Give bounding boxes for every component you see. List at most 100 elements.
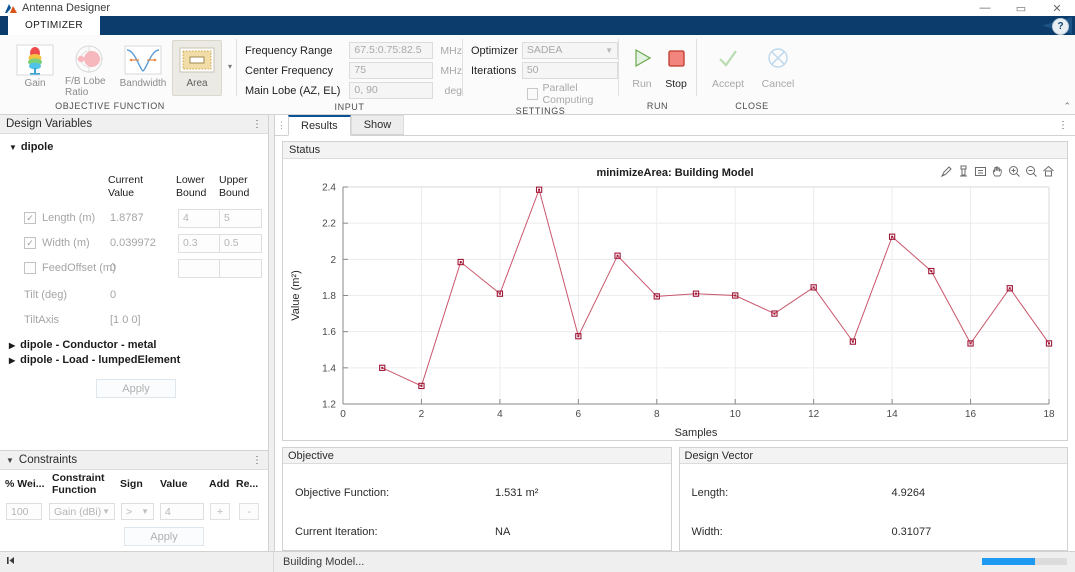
constraint-weight-input[interactable]: 100 <box>6 503 42 520</box>
constraint-function-value: Gain (dBi) <box>54 506 101 518</box>
front-back-lobe-icon <box>66 43 112 75</box>
width-upper-bound-input[interactable]: 0.5 <box>219 234 262 253</box>
subnode-load-label: dipole - Load - lumpedElement <box>20 354 180 366</box>
zoom-out-icon[interactable] <box>1024 164 1038 178</box>
frequency-range-row: Frequency Range 67.5:0.75:82.5 MHz <box>245 42 462 59</box>
svg-text:2.2: 2.2 <box>322 219 336 230</box>
ribbon-group-input-label: INPUT <box>237 102 462 115</box>
run-button[interactable]: Run <box>625 41 659 90</box>
constraints-title: Constraints <box>19 454 77 466</box>
width-lower-bound-input[interactable]: 0.3 <box>178 234 221 253</box>
objective-fb-lobe-ratio-button[interactable]: F/B Lobe Ratio <box>64 40 114 96</box>
length-upper-bound-input[interactable]: 5 <box>219 209 262 228</box>
length-lower-bound-input[interactable]: 4 <box>178 209 221 228</box>
optimizer-select[interactable]: SADEA ▼ <box>522 42 618 59</box>
constraints-options-icon[interactable]: ⋮ <box>252 455 262 466</box>
stop-label: Stop <box>665 78 687 90</box>
frequency-range-label: Frequency Range <box>245 45 349 57</box>
feedoffset-checkbox[interactable] <box>24 262 36 274</box>
subnode-load[interactable]: ▶ dipole - Load - lumpedElement <box>0 351 180 366</box>
svg-text:1.4: 1.4 <box>322 363 336 374</box>
progress-bar-fill <box>982 558 1035 565</box>
design-variables-options-icon[interactable]: ⋮ <box>252 119 262 130</box>
close-button[interactable]: ✕ <box>1039 0 1075 16</box>
constraint-function-select[interactable]: Gain (dBi) ▼ <box>49 503 115 520</box>
minimize-button[interactable]: — <box>967 0 1003 16</box>
constraint-sign-select[interactable]: > ▼ <box>121 503 154 520</box>
chevron-down-icon: ▼ <box>141 507 149 516</box>
design-variable-row-width: ✓ Width (m) 0.039972 0.3 0.5 <box>0 232 268 254</box>
tiltaxis-current-value: [1 0 0] <box>110 314 141 326</box>
restore-home-icon[interactable] <box>1041 164 1055 178</box>
svg-text:8: 8 <box>654 409 660 420</box>
constraint-add-button[interactable]: + <box>210 503 230 520</box>
legend-icon[interactable] <box>973 164 987 178</box>
main-lobe-row: Main Lobe (AZ, EL) 0, 90 deg <box>245 82 462 99</box>
objective-more-caret-icon[interactable]: ▾ <box>224 40 236 92</box>
main-body: Design Variables ⋮ ▼dipole CurrentValue … <box>0 115 1075 551</box>
current-iteration-row: Current Iteration: NA <box>283 526 510 538</box>
status-panel-header: Status <box>283 142 1067 159</box>
constraints-apply-button[interactable]: Apply <box>124 527 204 546</box>
svg-text:Samples: Samples <box>675 427 718 439</box>
svg-text:4: 4 <box>497 409 503 420</box>
design-variables-tree-node[interactable]: ▼dipole <box>0 134 268 153</box>
accept-button[interactable]: Accept <box>703 41 753 90</box>
objective-area-button[interactable]: Area <box>172 40 222 96</box>
design-variables-apply-button[interactable]: Apply <box>96 379 176 398</box>
objective-gain-button[interactable]: Gain <box>10 40 60 96</box>
bandwidth-curve-icon <box>120 43 166 77</box>
tab-results[interactable]: Results <box>288 115 351 136</box>
constraint-remove-button[interactable]: - <box>239 503 259 520</box>
subnode-conductor[interactable]: ▶dipole - Conductor - metal <box>0 336 156 351</box>
go-to-start-icon[interactable] <box>5 555 16 569</box>
constraint-value-input[interactable]: 4 <box>160 503 204 520</box>
chevron-down-icon: ▼ <box>9 143 17 152</box>
chart-toolbar <box>939 164 1055 178</box>
svg-text:Value (m²): Value (m²) <box>290 270 302 321</box>
ribbon-group-objective-function: Gain F/B Lobe Ratio <box>0 35 236 114</box>
objective-bandwidth-button[interactable]: Bandwidth <box>118 40 168 96</box>
iterations-input[interactable]: 50 <box>522 62 618 79</box>
constraints-panel: ▼ Constraints ⋮ % Wei... ConstraintFunct… <box>0 450 268 551</box>
cancel-circle-x-icon <box>766 41 790 75</box>
brush-icon[interactable] <box>939 164 953 178</box>
center-frequency-input[interactable]: 75 <box>349 62 433 79</box>
tab-show[interactable]: Show <box>351 115 405 135</box>
app-logo-icon <box>4 2 18 14</box>
constraints-col-add: Add <box>209 478 229 490</box>
column-header-current-value: CurrentValue <box>108 174 156 200</box>
play-triangle-icon <box>631 41 653 75</box>
column-header-lower-bound: LowerBound <box>176 174 224 200</box>
svg-text:2: 2 <box>419 409 425 420</box>
pan-hand-icon[interactable] <box>990 164 1004 178</box>
zoom-in-icon[interactable] <box>1007 164 1021 178</box>
stop-button[interactable]: Stop <box>659 41 693 90</box>
tilt-current-value: 0 <box>110 289 116 301</box>
document-tabs-options-icon[interactable]: ⋮ <box>1058 120 1068 131</box>
data-tip-icon[interactable] <box>956 164 970 178</box>
parallel-computing-row[interactable]: Parallel Computing <box>527 82 618 106</box>
frequency-range-input[interactable]: 67.5:0.75:82.5 <box>349 42 433 59</box>
check-mark-icon <box>716 41 740 75</box>
feedoffset-upper-bound-input[interactable] <box>219 259 262 278</box>
feedoffset-lower-bound-input[interactable] <box>178 259 221 278</box>
status-panel: Status minimizeArea: Building Model <box>282 141 1068 441</box>
chevron-right-icon: ▶ <box>9 356 15 365</box>
maximize-button[interactable]: ▭ <box>1003 0 1039 16</box>
svg-text:14: 14 <box>887 409 899 420</box>
parallel-computing-checkbox[interactable] <box>527 88 538 100</box>
center-frequency-label: Center Frequency <box>245 65 349 77</box>
feedoffset-current-value: 0 <box>110 262 116 274</box>
length-checkbox[interactable]: ✓ <box>24 212 36 224</box>
tab-optimizer[interactable]: OPTIMIZER <box>8 16 100 35</box>
cancel-button[interactable]: Cancel <box>753 41 803 90</box>
left-dock: Design Variables ⋮ ▼dipole CurrentValue … <box>0 115 269 551</box>
collapse-ribbon-icon[interactable]: ⌃ <box>1063 101 1071 112</box>
svg-text:1.6: 1.6 <box>322 327 336 338</box>
main-lobe-input[interactable]: 0, 90 <box>349 82 433 99</box>
ribbon: Gain F/B Lobe Ratio <box>0 35 1075 115</box>
width-label: Width (m) <box>42 237 114 249</box>
width-checkbox[interactable]: ✓ <box>24 237 36 249</box>
help-button[interactable]: ? <box>1052 18 1069 35</box>
